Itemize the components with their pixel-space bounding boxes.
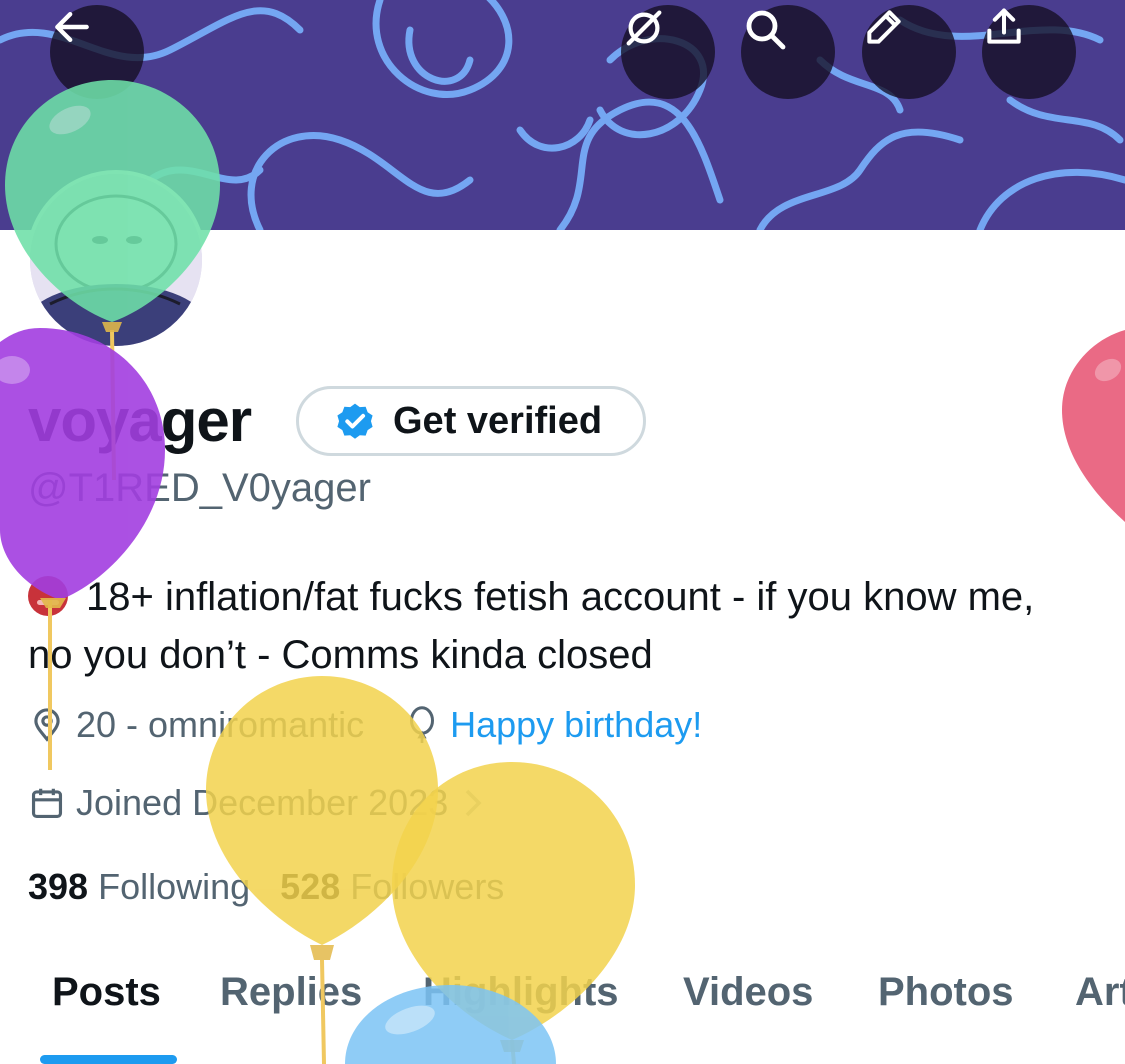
arrow-left-icon (55, 11, 89, 43)
emoji-icon (28, 576, 68, 616)
profile-tabs: Posts Replies Highlights Videos Photos A… (0, 970, 1125, 1064)
location-text: 20 - omniromantic (76, 704, 365, 745)
followers-label: Followers (350, 866, 505, 907)
active-tab-indicator (40, 1055, 177, 1064)
profile-meta-row: 20 - omniromantic Happy birthday! (28, 704, 702, 746)
tab-videos[interactable]: Videos (683, 970, 813, 1015)
following-count: 398 (28, 866, 89, 907)
joined-date: Joined December 2023 (76, 782, 449, 823)
follow-stats: 398 Following 528 Followers (28, 866, 504, 908)
search-button[interactable] (741, 5, 835, 99)
chevron-right-icon (465, 789, 482, 817)
tab-photos[interactable]: Photos (878, 970, 1014, 1015)
edit-icon (867, 10, 901, 44)
following-label: Following (98, 866, 251, 907)
edit-profile-button[interactable] (862, 5, 956, 99)
followers-count: 528 (280, 866, 341, 907)
followers-link[interactable]: 528 Followers (280, 866, 504, 908)
birthday-link[interactable]: Happy birthday! (450, 704, 702, 746)
balloon-red (1062, 330, 1125, 522)
tab-art[interactable]: Art (1075, 970, 1125, 1015)
verified-badge-icon (337, 403, 373, 439)
bio: 18+ inflation/fat fucks fetish account -… (28, 568, 1088, 684)
avatar[interactable] (26, 170, 206, 350)
balloon-icon (410, 706, 435, 743)
location-icon (34, 708, 60, 742)
get-verified-button[interactable]: Get verified (296, 386, 646, 456)
tab-replies[interactable]: Replies (220, 970, 362, 1015)
following-link[interactable]: 398 Following (28, 866, 250, 908)
username-handle: @T1RED_V0yager (28, 466, 371, 510)
joined-row[interactable]: Joined December 2023 (28, 782, 496, 824)
mute-notifications-button[interactable] (621, 5, 715, 99)
get-verified-label: Get verified (393, 399, 603, 442)
tab-highlights[interactable]: Highlights (423, 970, 619, 1015)
tab-posts[interactable]: Posts (52, 970, 161, 1015)
share-icon (987, 8, 1021, 44)
avatar-image (30, 174, 202, 346)
calendar-icon (31, 788, 63, 819)
search-icon (746, 10, 786, 50)
share-button[interactable] (982, 5, 1076, 99)
display-name: voyager (28, 387, 252, 454)
back-button[interactable] (50, 5, 144, 99)
bio-text: 18+ inflation/fat fucks fetish account -… (28, 575, 1035, 677)
no-notifications-icon (626, 10, 662, 46)
